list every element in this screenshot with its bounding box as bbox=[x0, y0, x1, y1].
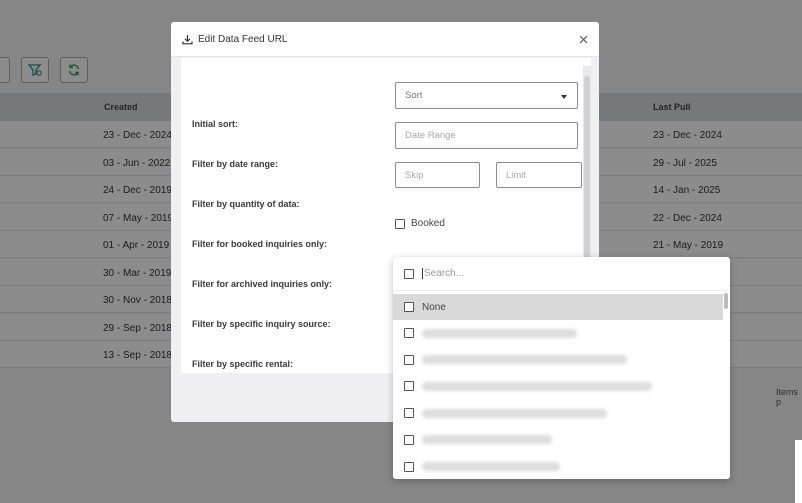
dropdown-option[interactable] bbox=[393, 400, 723, 426]
option-checkbox[interactable] bbox=[404, 302, 414, 312]
sort-select-value: Sort bbox=[405, 90, 423, 101]
option-checkbox[interactable] bbox=[404, 381, 414, 392]
option-checkbox[interactable] bbox=[404, 461, 414, 472]
dropdown-option[interactable] bbox=[393, 373, 723, 399]
skip-placeholder: Skip bbox=[405, 169, 424, 181]
modal-header: Edit Data Feed URL bbox=[171, 22, 599, 57]
option-label: None bbox=[422, 301, 446, 313]
select-all-checkbox[interactable] bbox=[404, 268, 414, 279]
modal-title: Edit Data Feed URL bbox=[198, 33, 288, 45]
skip-input[interactable]: Skip bbox=[395, 162, 480, 188]
dropdown-option[interactable] bbox=[393, 347, 723, 373]
option-label-redacted bbox=[422, 328, 577, 338]
booked-checkbox-label: Booked bbox=[411, 218, 445, 229]
booked-checkbox[interactable] bbox=[395, 218, 405, 229]
limit-input[interactable]: Limit bbox=[496, 162, 582, 188]
sort-select[interactable]: Sort bbox=[395, 82, 578, 109]
option-checkbox[interactable] bbox=[404, 328, 414, 338]
inquiry-source-dropdown: None bbox=[393, 257, 730, 479]
option-label-redacted bbox=[422, 462, 560, 471]
option-label-redacted bbox=[422, 408, 607, 418]
rental-label: Filter by specific rental: bbox=[192, 359, 294, 369]
quantity-label: Filter by quantity of data: bbox=[192, 199, 300, 209]
source-label: Filter by specific inquiry source: bbox=[192, 319, 331, 329]
option-checkbox[interactable] bbox=[404, 408, 414, 419]
close-icon bbox=[579, 35, 587, 43]
dropdown-scrollbar-thumb[interactable] bbox=[724, 293, 728, 309]
dropdown-option[interactable] bbox=[393, 320, 723, 346]
booked-checkbox-row[interactable]: Booked bbox=[395, 218, 445, 229]
dropdown-option[interactable] bbox=[393, 427, 723, 453]
dropdown-option[interactable] bbox=[393, 454, 723, 480]
option-label-redacted bbox=[422, 355, 627, 365]
option-label-redacted bbox=[422, 435, 552, 445]
dropdown-option[interactable]: None bbox=[393, 294, 723, 320]
option-checkbox[interactable] bbox=[404, 434, 414, 445]
limit-placeholder: Limit bbox=[506, 169, 527, 181]
booked-label: Filter for booked inquiries only: bbox=[192, 239, 328, 249]
modal-scrollbar-thumb[interactable] bbox=[584, 76, 590, 266]
dropdown-search-row bbox=[393, 257, 730, 291]
background-panel-edge bbox=[795, 440, 802, 503]
option-label-redacted bbox=[422, 381, 652, 391]
date-range-label: Filter by date range: bbox=[192, 159, 279, 169]
option-checkbox[interactable] bbox=[404, 354, 414, 365]
date-range-input[interactable]: Date Range bbox=[395, 122, 578, 149]
chevron-down-icon bbox=[561, 95, 567, 99]
date-range-placeholder: Date Range bbox=[405, 130, 456, 141]
initial-sort-label: Initial sort: bbox=[192, 119, 239, 129]
archived-label: Filter for archived inquiries only: bbox=[192, 279, 333, 289]
close-button[interactable] bbox=[576, 32, 590, 46]
dropdown-search-input[interactable] bbox=[422, 268, 672, 279]
download-icon bbox=[182, 34, 193, 44]
